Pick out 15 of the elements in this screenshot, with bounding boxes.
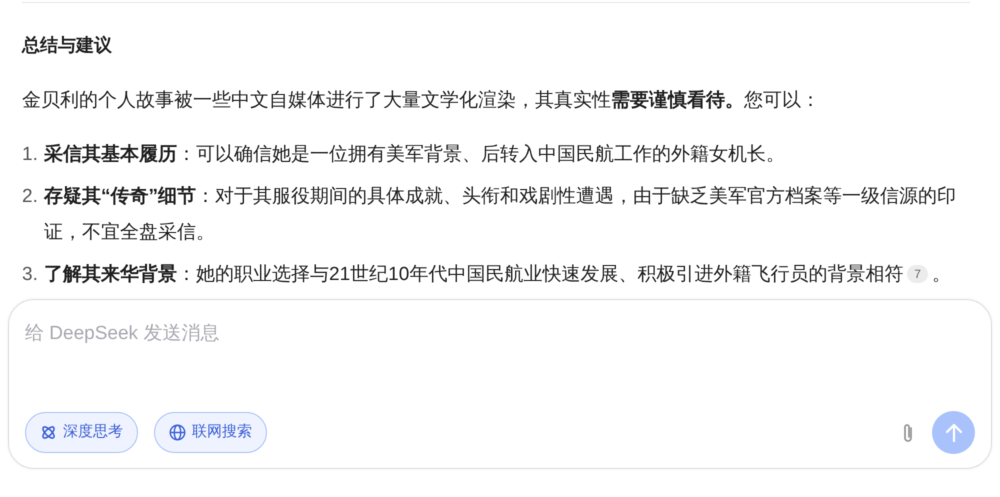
- deep-think-toggle[interactable]: 深度思考: [25, 412, 138, 453]
- web-search-toggle[interactable]: 联网搜索: [154, 412, 267, 453]
- punctuation: 。: [932, 264, 951, 285]
- paragraph: 金贝利的个人故事被一些中文自媒体进行了大量文学化渲染，其真实性需要谨慎看待。您可以：: [22, 88, 821, 113]
- list-number: 2.: [22, 185, 39, 209]
- list-item-text: 采信其基本履历：可以确信她是一位拥有美军背景、后转入中国民航工作的外籍女机长。: [44, 144, 785, 165]
- atom-icon: [40, 424, 57, 441]
- citation-link[interactable]: 7: [907, 265, 928, 283]
- arrow-up-icon: [944, 422, 962, 442]
- section-heading: 总结与建议: [22, 34, 113, 57]
- list-number: 3.: [22, 263, 39, 287]
- list-item-text: 了解其来华背景：她的职业选择与21世纪10年代中国民航业快速发展、积极引进外籍飞行员的背景相符: [44, 264, 904, 285]
- list-item-text: 存疑其“传奇”细节：对于其服役期间的具体成就、头衔和戏剧性遭遇，由于缺乏美军官方档案等一级信源的印证，不宜全盘采信。: [44, 186, 956, 243]
- list-number: 1.: [22, 143, 39, 167]
- globe-icon: [169, 424, 186, 441]
